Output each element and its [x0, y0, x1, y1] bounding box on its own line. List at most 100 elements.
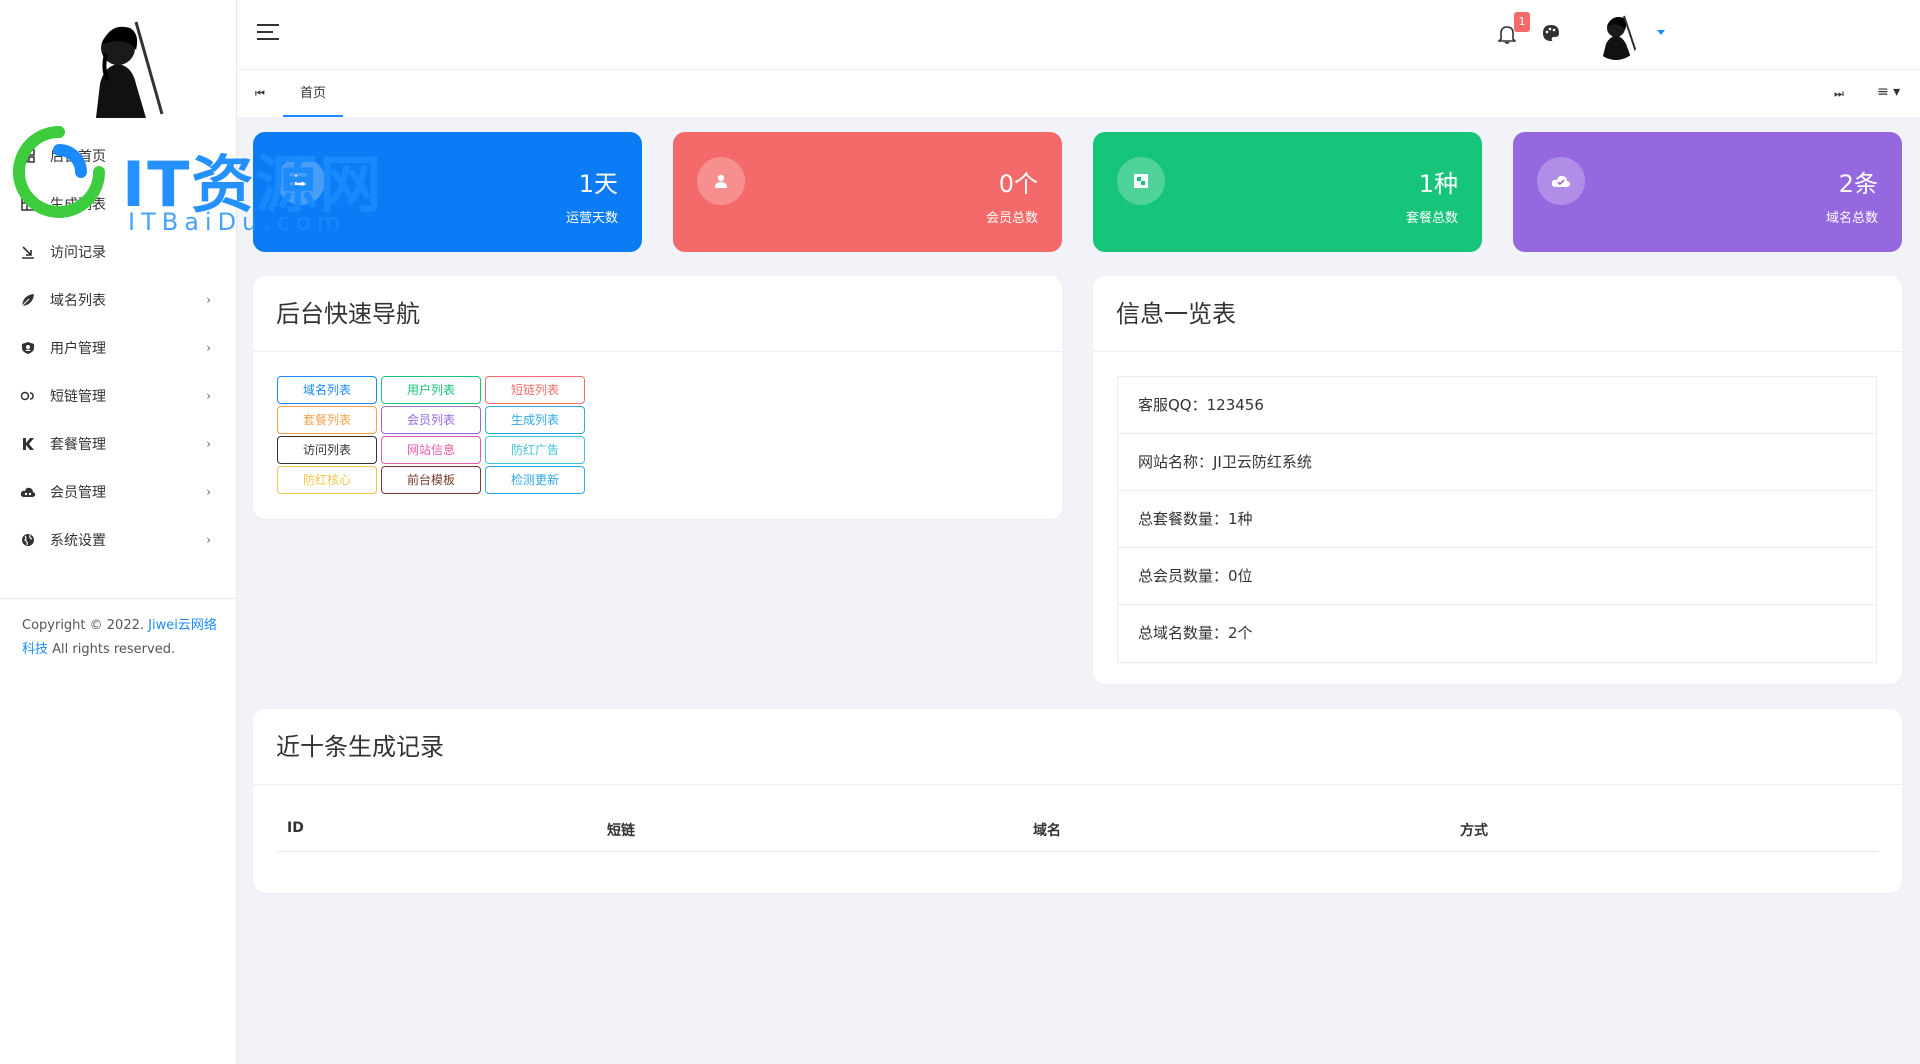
sidebar-item-label: 套餐管理: [50, 437, 106, 453]
stat-card-packages: 1种 套餐总数: [1093, 132, 1482, 252]
sidebar-item-domain-list[interactable]: 域名列表 ›: [0, 276, 237, 324]
stat-value: 1天: [578, 170, 618, 198]
sidebar-menu: 后台首页 生成列表 访问记录 域名列表 › 用户管理 › 短链管理 › 套餐管理…: [0, 132, 237, 564]
palette-icon[interactable]: [1542, 24, 1562, 44]
leaf-icon: [20, 292, 36, 308]
stat-label: 域名总数: [1825, 211, 1878, 226]
sidebar-item-label: 域名列表: [50, 293, 106, 309]
sidebar-divider: [0, 598, 237, 599]
nav-button-package-list[interactable]: 套餐列表: [277, 406, 377, 434]
panel-divider: [1093, 351, 1902, 352]
sidebar-item-label: 系统设置: [50, 533, 106, 549]
sidebar: 后台首页 生成列表 访问记录 域名列表 › 用户管理 › 短链管理 › 套餐管理…: [0, 0, 237, 1064]
chevron-right-icon: ›: [206, 533, 211, 547]
nav-button-user-list[interactable]: 用户列表: [381, 376, 481, 404]
copyright: Copyright © 2022. Jiwei云网络 科技 All rights…: [22, 614, 222, 662]
sidebar-item-shortlink-management[interactable]: 短链管理 ›: [0, 372, 237, 420]
sidebar-item-label: 后台首页: [50, 149, 106, 165]
info-panel: 信息一览表 客服QQ：123456 网站名称：JI卫云防红系统 总套餐数量：1种…: [1093, 276, 1902, 684]
nav-button-visit-list[interactable]: 访问列表: [277, 436, 377, 464]
records-panel: 近十条生成记录: [253, 709, 1902, 893]
chevron-down-icon[interactable]: [1657, 30, 1665, 35]
column-header-id: ID: [287, 820, 304, 836]
k-icon: [20, 436, 36, 452]
stat-label: 套餐总数: [1405, 211, 1458, 226]
top-bar: [237, 0, 1920, 70]
quick-nav-panel: 后台快速导航 域名列表 用户列表 短链列表 套餐列表 会员列表 生成列表 访问列…: [253, 276, 1062, 519]
panel-title: 信息一览表: [1116, 300, 1236, 328]
nav-button-check-update[interactable]: 检测更新: [485, 466, 585, 494]
nav-button-shortlink-list[interactable]: 短链列表: [485, 376, 585, 404]
chevron-right-icon: ›: [206, 293, 211, 307]
stat-card-members: 0个 会员总数: [673, 132, 1062, 252]
dashboard-icon: [20, 148, 36, 164]
notification-badge: 1: [1514, 12, 1530, 32]
link-icon: [20, 388, 36, 404]
nav-button-antired-ads[interactable]: 防红广告: [485, 436, 585, 464]
menu-toggle-icon[interactable]: [257, 24, 279, 44]
stat-value: 0个: [998, 170, 1038, 198]
sidebar-item-label: 短链管理: [50, 389, 106, 405]
sidebar-item-dashboard[interactable]: 后台首页: [0, 132, 237, 180]
info-row-members: 总会员数量：0位: [1118, 548, 1876, 605]
stat-card-operating-days: 1天 运营天数: [253, 132, 642, 252]
company-link-tail[interactable]: 科技: [22, 642, 48, 657]
redirect-icon: [277, 157, 325, 205]
tab-scroll-right-icon[interactable]: ⏭: [1834, 87, 1844, 101]
info-list: 客服QQ：123456 网站名称：JI卫云防红系统 总套餐数量：1种 总会员数量…: [1117, 376, 1877, 663]
panel-divider: [253, 784, 1902, 785]
cloud-check-icon: [1537, 157, 1585, 205]
panel-divider: [253, 351, 1062, 352]
user-icon: [697, 157, 745, 205]
sidebar-item-generate-list[interactable]: 生成列表: [0, 180, 237, 228]
nav-button-site-info[interactable]: 网站信息: [381, 436, 481, 464]
panel-title: 后台快速导航: [276, 300, 420, 328]
nav-button-antired-core[interactable]: 防红核心: [277, 466, 377, 494]
nav-button-domain-list[interactable]: 域名列表: [277, 376, 377, 404]
info-row-site-name: 网站名称：JI卫云防红系统: [1118, 434, 1876, 491]
panel-title: 近十条生成记录: [276, 733, 444, 761]
info-row-qq: 客服QQ：123456: [1118, 377, 1876, 434]
info-row-domains: 总域名数量：2个: [1138, 624, 1253, 642]
copyright-suffix: All rights reserved.: [52, 642, 176, 657]
nav-button-frontend-template[interactable]: 前台模板: [381, 466, 481, 494]
table-icon: [20, 196, 36, 212]
sidebar-item-user-management[interactable]: 用户管理 ›: [0, 324, 237, 372]
table-header-divider: [277, 851, 1878, 852]
stat-value: 1种: [1418, 170, 1458, 198]
sidebar-item-visit-log[interactable]: 访问记录: [0, 228, 237, 276]
sidebar-item-label: 用户管理: [50, 341, 106, 357]
tab-home[interactable]: 首页: [283, 70, 343, 117]
sidebar-item-system-settings[interactable]: 系统设置 ›: [0, 516, 237, 564]
logo-avatar: [66, 14, 170, 118]
chevron-right-icon: ›: [206, 485, 211, 499]
stat-label: 会员总数: [985, 211, 1038, 226]
sidebar-item-package-management[interactable]: 套餐管理 ›: [0, 420, 237, 468]
info-row-packages: 总套餐数量：1种: [1118, 491, 1876, 548]
user-shield-icon: [20, 340, 36, 356]
sidebar-item-label: 访问记录: [50, 245, 106, 261]
copyright-prefix: Copyright © 2022.: [22, 618, 145, 633]
nav-button-generate-list[interactable]: 生成列表: [485, 406, 585, 434]
column-header-domain: 域名: [1033, 823, 1061, 839]
stat-value: 2条: [1838, 170, 1878, 198]
column-header-shortlink: 短链: [607, 823, 635, 839]
box-icon: [1117, 157, 1165, 205]
column-header-method: 方式: [1460, 823, 1488, 839]
chevron-right-icon: ›: [206, 389, 211, 403]
sidebar-item-label: 会员管理: [50, 485, 106, 501]
redirect-icon: [20, 244, 36, 260]
stat-card-domains: 2条 域名总数: [1513, 132, 1902, 252]
stat-label: 运营天数: [565, 211, 618, 226]
user-avatar[interactable]: [1592, 12, 1640, 60]
tab-options-icon[interactable]: ≡ ▾: [1877, 84, 1900, 100]
chevron-right-icon: ›: [206, 437, 211, 451]
company-link[interactable]: Jiwei云网络: [148, 618, 217, 633]
chevron-right-icon: ›: [206, 341, 211, 355]
sidebar-item-label: 生成列表: [50, 197, 106, 213]
tab-scroll-left-icon[interactable]: ⏮: [255, 87, 265, 101]
nav-button-member-list[interactable]: 会员列表: [381, 406, 481, 434]
cloud-icon: [20, 484, 36, 500]
sidebar-item-member-management[interactable]: 会员管理 ›: [0, 468, 237, 516]
globe-icon: [20, 532, 36, 548]
